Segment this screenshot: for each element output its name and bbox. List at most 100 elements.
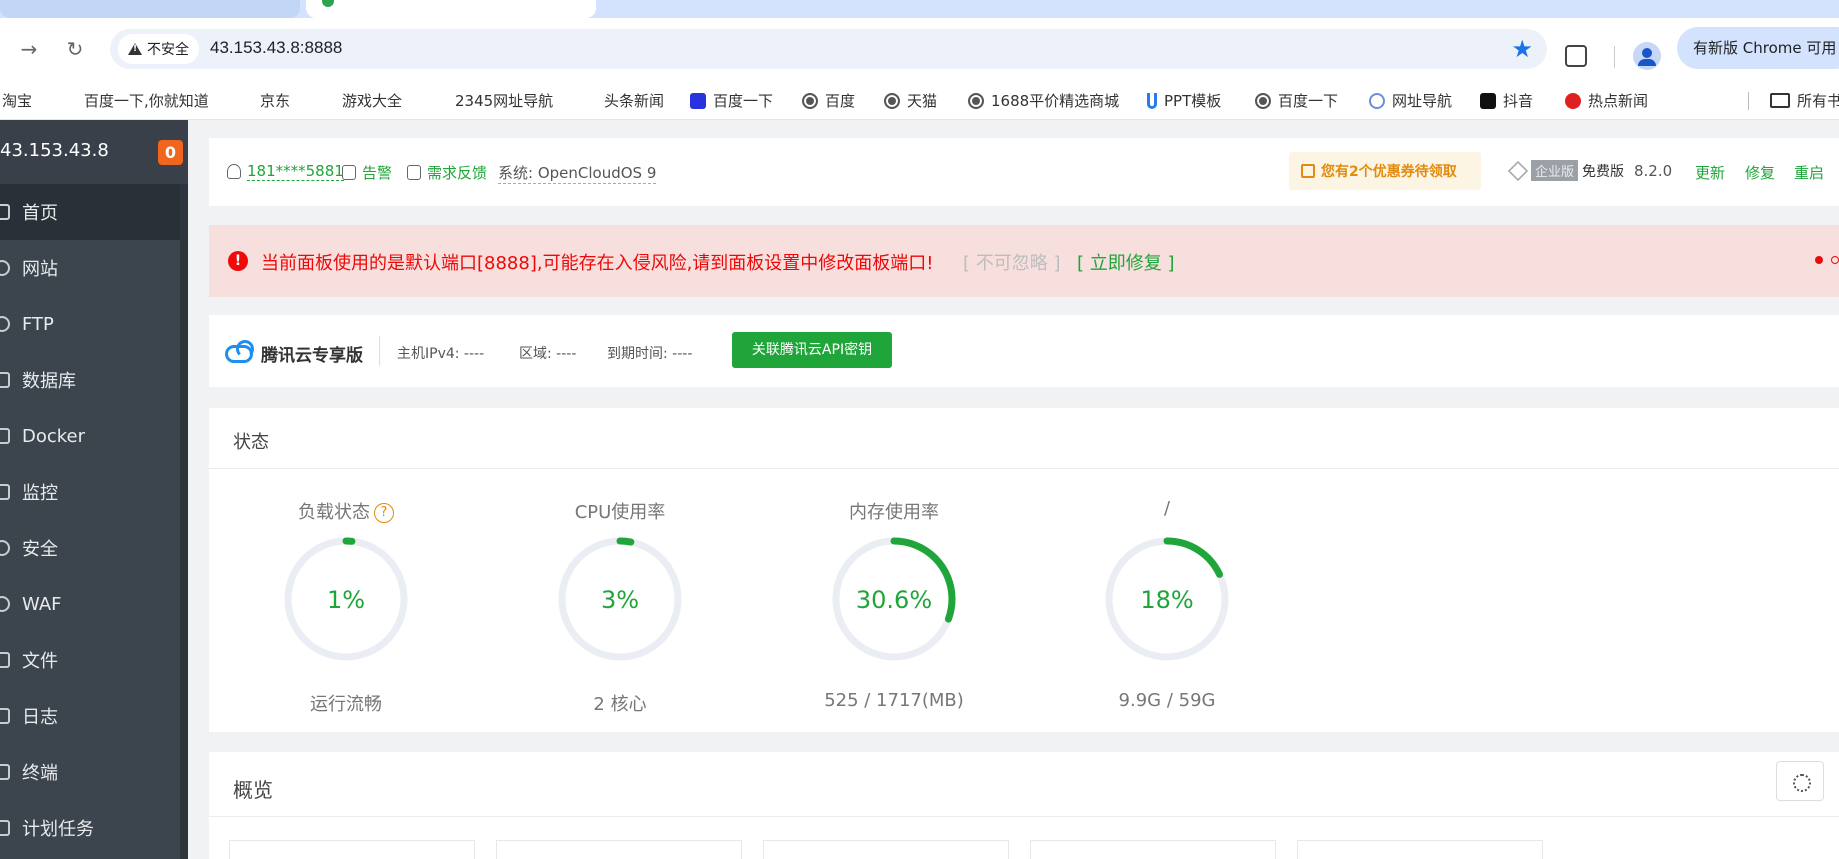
bookmark-item[interactable]: 头条新闻 [604,90,664,111]
alert-message: 当前面板使用的是默认端口[8888],可能存在入侵风险,请到面板设置中修改面板端… [261,253,934,274]
panel-topbar: 181****5881 告警 需求反馈 系统: OpenCloudOS 9 您有… [209,138,1839,206]
bookmark-item[interactable]: 百度 [802,90,855,111]
bookmark-item[interactable]: 百度一下,你就知道 [84,90,209,111]
sidebar-item-label: 安全 [22,539,58,560]
bookmark-item[interactable]: 抖音 [1480,90,1533,111]
bookmark-label: PPT模板 [1164,92,1222,110]
gauge-label: 内存使用率 [849,502,939,523]
bookmark-item[interactable]: 京东 [260,90,290,111]
profile-avatar-icon[interactable] [1633,42,1661,70]
sidebar-item-waf[interactable]: WAF [0,576,188,632]
gauge-value: 1% [326,586,366,614]
waf-icon [0,596,10,612]
pagination-dot-active[interactable] [1815,256,1823,264]
site-info-button[interactable]: 不安全 [118,34,199,64]
bookmark-item[interactable]: 2345网址导航 [455,90,553,111]
sidebar-item-monitor[interactable]: 监控 [0,464,188,520]
bookmark-label: 京东 [260,92,291,110]
bookmark-item[interactable]: 热点新闻 [1565,90,1648,111]
sidebar-item-home[interactable]: 首页 [0,184,188,240]
log-icon [0,708,10,724]
gauge-label-text: 负载状态 [298,502,370,523]
bookmark-item[interactable]: 天猫 [884,90,937,111]
reload-icon[interactable]: ↻ [60,34,90,64]
repair-link[interactable]: 修复 [1745,162,1775,183]
sidebar-scrollbar[interactable] [180,184,188,859]
alarm-link[interactable]: 告警 [342,162,392,183]
docker-icon [0,428,10,444]
address-bar[interactable]: 不安全 43.153.43.8:8888 ★ [110,29,1547,69]
globe-icon [884,92,900,109]
globe-icon [1255,92,1271,109]
extensions-icon[interactable] [1565,45,1587,67]
sidebar-item-terminal[interactable]: 终端 [0,744,188,800]
folder-icon [0,652,10,668]
sidebar: 43.153.43.8 0 首页 网站 FTP 数据库 Docker 监控 安全… [0,120,188,859]
bookmarks-divider [1748,92,1749,110]
link-api-key-button[interactable]: 关联腾讯云API密钥 [732,332,892,368]
sidebar-item-files[interactable]: 文件 [0,632,188,688]
alarm-label: 告警 [362,164,393,182]
overview-item[interactable] [1030,840,1276,859]
edition-info[interactable]: 企业版 免费版 [1507,160,1624,181]
bookmark-item[interactable]: 百度一下 [1255,90,1338,111]
bookmark-label: 百度一下 [713,92,774,110]
notification-badge[interactable]: 0 [158,140,183,165]
all-bookmarks[interactable]: 所有书签 [1770,90,1839,111]
alert-fix-link[interactable]: [ 立即修复 ] [1077,249,1175,275]
browser-tab-strip [0,0,1839,18]
status-title: 状态 [233,432,269,453]
overview-item[interactable] [1297,840,1543,859]
gauge-value: 3% [600,586,640,614]
overview-item[interactable] [496,840,742,859]
chrome-update-button[interactable]: 有新版 Chrome 可用 [1677,27,1839,69]
bookmark-item[interactable]: 淘宝 [2,90,32,111]
tencent-cloud-brand: 腾讯云专享版 [225,339,363,366]
sidebar-item-database[interactable]: 数据库 [0,352,188,408]
restart-link[interactable]: 重启 [1794,162,1824,183]
help-icon[interactable]: ? [374,503,394,523]
overview-item[interactable] [229,840,475,859]
system-info[interactable]: 系统: OpenCloudOS 9 [498,162,657,184]
version-label: 8.2.0 [1634,162,1673,180]
feedback-link[interactable]: 需求反馈 [407,162,487,183]
monitor-icon [0,484,10,500]
gauge-value: 18% [1140,586,1194,614]
globe-icon [968,92,984,109]
bookmark-label: 百度一下,你就知道 [84,92,209,110]
gauge-value: 30.6% [855,586,933,614]
gauge-sub: 运行流畅 [310,694,382,715]
bookmark-item[interactable]: 百度一下 [690,90,773,111]
sidebar-item-docker[interactable]: Docker [0,408,188,464]
pagination-dot[interactable] [1831,256,1839,264]
sidebar-header: 43.153.43.8 0 [0,120,188,184]
coupon-banner[interactable]: 您有2个优惠券待领取 [1289,152,1481,190]
url-text[interactable]: 43.153.43.8:8888 [210,38,342,58]
bookmark-label: 天猫 [907,92,938,110]
sidebar-item-ftp[interactable]: FTP [0,296,188,352]
settings-gear-icon[interactable] [1776,761,1824,801]
user-icon [227,164,241,179]
bookmark-item[interactable]: 游戏大全 [342,90,402,111]
user-info[interactable]: 181****5881 [227,162,344,181]
sidebar-item-label: 终端 [22,763,58,784]
sidebar-item-cron[interactable]: 计划任务 [0,800,188,856]
overview-item[interactable] [763,840,1009,859]
bookmark-star-icon[interactable]: ★ [1511,35,1533,63]
user-phone[interactable]: 181****5881 [247,162,344,181]
bookmark-item[interactable]: 1688平价精选商城 [968,90,1119,111]
sidebar-item-logs[interactable]: 日志 [0,688,188,744]
sidebar-item-website[interactable]: 网站 [0,240,188,296]
bookmark-item[interactable]: 网址导航 [1369,90,1452,111]
sidebar-item-security[interactable]: 安全 [0,520,188,576]
bookmark-label: 头条新闻 [604,92,665,110]
update-link[interactable]: 更新 [1695,162,1725,183]
bookmark-item[interactable]: PPT模板 [1147,90,1221,111]
forward-icon[interactable]: → [14,34,44,64]
ppt-icon [1147,92,1157,109]
browser-tab-active[interactable] [306,0,596,18]
error-icon: ! [228,251,248,271]
browser-tab[interactable] [0,0,300,18]
bookmark-label: 1688平价精选商城 [991,92,1120,110]
expire-field: 到期时间: ---- [607,346,693,362]
